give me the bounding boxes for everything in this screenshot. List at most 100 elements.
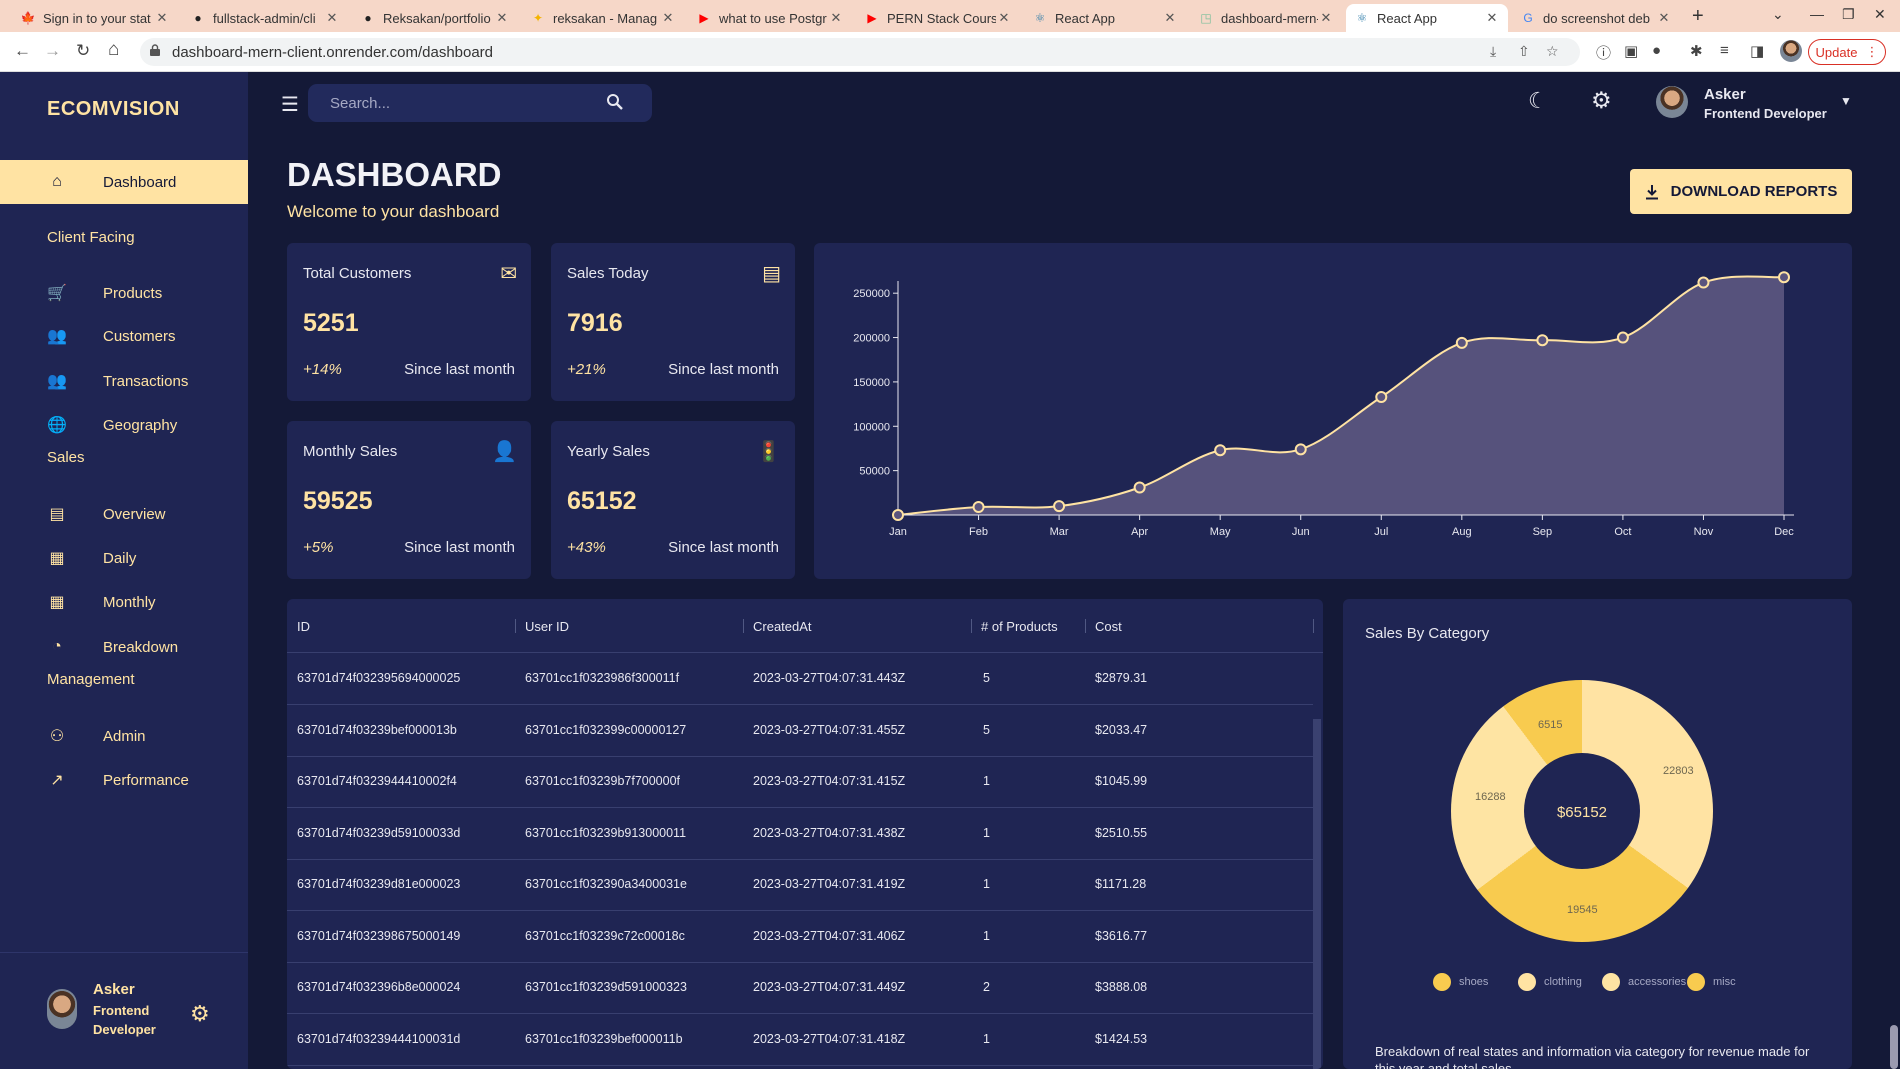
url-field[interactable]: dashboard-mern-client.onrender.com/dashb… (140, 38, 1580, 66)
column-separator[interactable] (743, 619, 744, 633)
close-tab-icon[interactable]: ✕ (1484, 10, 1500, 26)
table-cell: 63701cc1f03239b913000011 (525, 825, 687, 840)
close-window-icon[interactable]: ✕ (1874, 6, 1886, 23)
puzzle-icon[interactable]: ✱ (1690, 42, 1703, 60)
install-icon[interactable]: ⤓ (1490, 43, 1496, 60)
minimize-icon[interactable]: — (1810, 6, 1824, 22)
browser-tab[interactable]: 🍁 Sign in to your stat ✕ (12, 4, 178, 32)
browser-tab[interactable]: ◳ dashboard-mern-c ✕ (1190, 4, 1342, 32)
topbar-user-role[interactable]: Frontend Developer (1704, 106, 1827, 121)
data-point (1133, 481, 1146, 494)
close-tab-icon[interactable]: ✕ (154, 10, 170, 26)
legend-item-misc[interactable]: misc (1687, 973, 1736, 991)
close-tab-icon[interactable]: ✕ (1162, 10, 1178, 26)
search-icon[interactable] (606, 93, 624, 111)
close-tab-icon[interactable]: ✕ (1656, 10, 1672, 26)
side-panel-icon[interactable]: ◨ (1750, 42, 1764, 60)
forward-icon[interactable]: → (44, 41, 61, 61)
table-row[interactable]: 63701d74f03239bef000013b 63701cc1f032399c… (287, 705, 1313, 757)
sidebar-item-dashboard[interactable]: ⌂ Dashboard (0, 162, 248, 202)
bookmark-star-icon[interactable]: ☆ (1546, 43, 1559, 60)
sidebar-item-performance[interactable]: ↗ Performance (0, 760, 248, 800)
media-icon[interactable]: ≡ (1720, 42, 1729, 59)
table-cell: 2023-03-27T04:07:31.418Z (753, 1031, 906, 1046)
column-separator[interactable] (1313, 619, 1314, 633)
close-tab-icon[interactable]: ✕ (324, 10, 340, 26)
column-header[interactable]: ID (297, 619, 310, 634)
sidebar-item-products[interactable]: 🛒 Products (0, 273, 248, 313)
sidebar-item-transactions[interactable]: 👥 Transactions (0, 361, 248, 401)
sidebar-item-breakdown[interactable]: ◔ Breakdown (0, 627, 248, 667)
extension-icon[interactable]: ⓘ (1596, 42, 1611, 63)
legend-item-shoes[interactable]: shoes (1433, 973, 1488, 991)
chevron-down-icon[interactable]: ▼ (1840, 94, 1852, 108)
legend-item-accessories[interactable]: accessories (1602, 973, 1686, 991)
sidebar-item-admin[interactable]: ⚇ Admin (0, 716, 248, 756)
column-header[interactable]: CreatedAt (753, 619, 812, 634)
avatar[interactable] (1656, 86, 1688, 118)
download-reports-button[interactable]: DOWNLOAD REPORTS (1630, 169, 1852, 214)
page-scrollbar[interactable] (1890, 1025, 1898, 1069)
update-button[interactable]: Update ⋮ (1808, 39, 1886, 65)
browser-tab[interactable]: ⚛ React App ✕ (1024, 4, 1186, 32)
extension-icon[interactable]: ▣ (1624, 42, 1638, 60)
browser-tab[interactable]: ▶ PERN Stack Course ✕ (856, 4, 1020, 32)
table-row[interactable]: 63701d74f03239d81e000023 63701cc1f032390a… (287, 859, 1313, 911)
table-cell: 63701cc1f0323986f300011f (525, 671, 680, 685)
close-tab-icon[interactable]: ✕ (996, 10, 1012, 26)
youtube-icon: ▶ (867, 11, 877, 25)
x-tick-label: Jul (1374, 526, 1388, 538)
close-tab-icon[interactable]: ✕ (828, 10, 844, 26)
lock-icon (150, 44, 160, 56)
column-separator[interactable] (515, 619, 516, 633)
browser-tab[interactable]: ● fullstack-admin/cli ✕ (182, 4, 348, 32)
close-tab-icon[interactable]: ✕ (660, 10, 676, 26)
browser-tab[interactable]: ▶ what to use Postgr ✕ (688, 4, 852, 32)
tab-search-icon[interactable]: ⌄ (1772, 6, 1784, 23)
table-row[interactable]: 63701d74f032395694000025 63701cc1f0323986… (287, 653, 1313, 705)
menu-icon[interactable]: ☰ (281, 92, 299, 117)
table-cell: 2023-03-27T04:07:31.438Z (753, 825, 906, 840)
table-cell: 63701d74f0323944410002f4 (297, 774, 457, 788)
table-row[interactable]: 63701d74f032396b8e000024 63701cc1f03239d5… (287, 962, 1313, 1014)
sidebar-item-overview[interactable]: ▤ Overview (0, 494, 248, 534)
settings-gear-icon[interactable]: ⚙ (1591, 87, 1612, 114)
stat-description: Since last month (404, 361, 515, 378)
profile-avatar[interactable] (1780, 40, 1802, 62)
search-input[interactable]: Search... (308, 84, 652, 122)
table-scrollbar[interactable] (1313, 719, 1321, 1069)
browser-tab[interactable]: Gdo screenshot deb ✕ (1512, 4, 1680, 32)
more-menu-icon: ⋮ (1865, 44, 1879, 59)
home-button-icon[interactable]: ⌂ (108, 39, 119, 61)
new-tab-button[interactable]: + (1692, 5, 1704, 28)
column-separator[interactable] (971, 619, 972, 633)
browser-tab[interactable]: ● Reksakan/portfolio ✕ (352, 4, 518, 32)
restore-icon[interactable]: ❐ (1842, 6, 1855, 23)
sidebar-item-geography[interactable]: 🌐 Geography (0, 405, 248, 445)
share-icon[interactable]: ⇧ (1518, 43, 1530, 60)
table-row[interactable]: 63701d74f03239d59100033d 63701cc1f03239b9… (287, 808, 1313, 860)
settings-gear-icon[interactable]: ⚙ (190, 1001, 210, 1027)
browser-tab[interactable]: ⚛ React App ✕ (1346, 4, 1508, 32)
dark-mode-toggle-icon[interactable]: ☾ (1528, 88, 1548, 114)
extension-icon[interactable]: ● (1652, 42, 1661, 59)
admin-icon: ⚇ (49, 728, 65, 745)
legend-item-clothing[interactable]: clothing (1518, 973, 1582, 991)
topbar-user-name[interactable]: Asker (1704, 86, 1746, 103)
reload-icon[interactable]: ↻ (76, 41, 90, 61)
table-row[interactable]: 63701d74f0323944410002f4 63701cc1f03239b7… (287, 756, 1313, 808)
table-row[interactable]: 63701d74f03239444100031d 63701cc1f03239be… (287, 1014, 1313, 1066)
sidebar-item-daily[interactable]: ▦ Daily (0, 538, 248, 578)
browser-tab-title: reksakan - Manag (553, 10, 658, 26)
column-header[interactable]: # of Products (981, 619, 1058, 634)
close-tab-icon[interactable]: ✕ (1318, 10, 1334, 26)
sidebar-item-monthly[interactable]: ▦ Monthly (0, 582, 248, 622)
close-tab-icon[interactable]: ✕ (494, 10, 510, 26)
back-icon[interactable]: ← (14, 41, 31, 61)
browser-tab[interactable]: ✦ reksakan - Manag ✕ (522, 4, 684, 32)
column-header[interactable]: User ID (525, 619, 569, 634)
table-row[interactable]: 63701d74f032398675000149 63701cc1f03239c7… (287, 911, 1313, 963)
column-separator[interactable] (1085, 619, 1086, 633)
column-header[interactable]: Cost (1095, 619, 1122, 634)
sidebar-item-customers[interactable]: 👥 Customers (0, 316, 248, 356)
